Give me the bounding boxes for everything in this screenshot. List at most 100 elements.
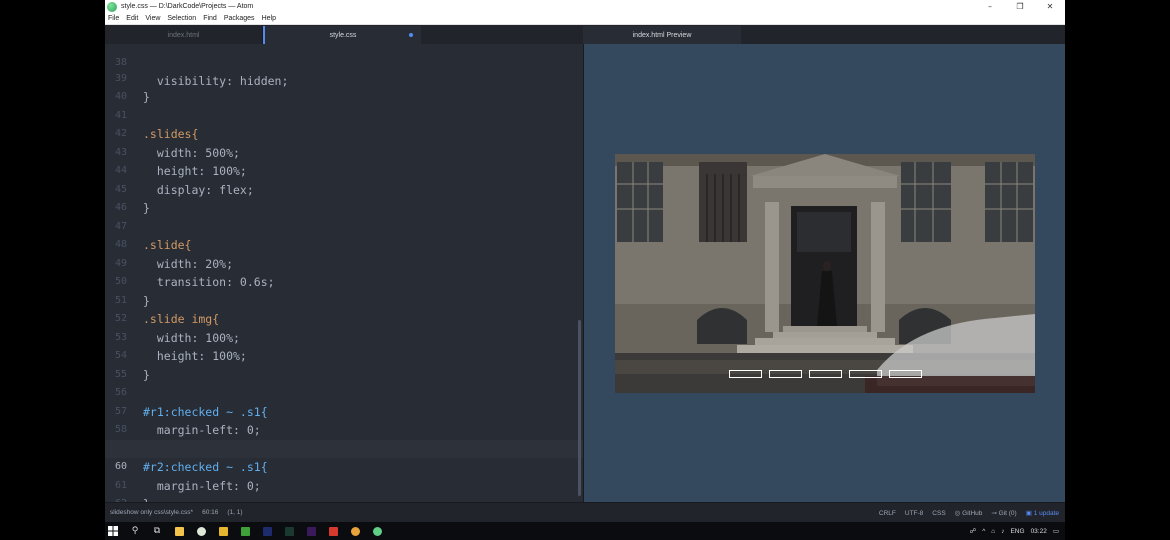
status-line-ending[interactable]: CRLF (879, 510, 896, 517)
window-controls: – ❐ ✕ (975, 0, 1065, 13)
code-line[interactable]: 39 } (105, 51, 583, 105)
menu-selection[interactable]: Selection (167, 15, 196, 22)
slide-radio-5[interactable] (888, 370, 922, 378)
code-line[interactable]: 47 .slide{ (105, 199, 583, 253)
slide-nav (615, 370, 1035, 378)
code-line[interactable]: 40 (105, 70, 583, 102)
package-icon: ▣ (1025, 510, 1032, 517)
html-preview-pane (583, 44, 1065, 502)
status-update[interactable]: ▣ 1 update (1026, 509, 1059, 517)
status-git[interactable]: ⊸ Git (0) (991, 509, 1016, 517)
code-line[interactable]: 56 #r1:checked ~ .s1{ (105, 366, 583, 419)
modified-indicator-icon (409, 33, 413, 37)
code-line[interactable]: 45 } (105, 162, 583, 216)
code-line[interactable]: 51 .slide img{ (105, 273, 583, 327)
notifications-icon[interactable]: ▭ (1053, 527, 1059, 535)
tab-label: index.html Preview (632, 31, 692, 39)
chrome-icon[interactable] (193, 522, 209, 540)
clock[interactable]: 03:22 (1031, 528, 1047, 535)
code-line[interactable]: 44 display: flex; (105, 144, 583, 197)
code-line[interactable]: 42 width: 500%; (105, 107, 583, 160)
code-line[interactable]: 59 #r2:checked ~ .s1{ (105, 421, 583, 475)
window-title: style.css — D:\DarkCode\Projects — Atom (121, 3, 254, 10)
maximize-button[interactable]: ❐ (1005, 0, 1035, 13)
status-encoding[interactable]: UTF-8 (905, 510, 923, 517)
tab-preview[interactable]: index.html Preview (583, 26, 741, 44)
task-view-icon[interactable]: ⧉ (149, 522, 165, 540)
slide-radio-3[interactable] (808, 370, 842, 378)
tab-index-html[interactable]: index.html (105, 26, 263, 44)
status-bar: slideshow only css\style.css* 60:16 (1, … (105, 502, 1065, 522)
code-line[interactable]: 55 (105, 347, 583, 380)
atom-logo-icon (107, 1, 117, 12)
code-editor[interactable]: 38 visibility: hidden; 39 } 40 41 .slide… (105, 44, 583, 502)
code-line[interactable]: 52 width: 100%; (105, 292, 583, 345)
windows-start-icon[interactable] (105, 522, 121, 540)
code-line[interactable]: 54 } (105, 329, 583, 382)
language-indicator[interactable]: ENG (1010, 528, 1024, 535)
code-line[interactable]: 41 .slides{ (105, 88, 583, 142)
status-file-path[interactable]: slideshow only css\style.css* (110, 509, 193, 516)
slide-image (615, 154, 1035, 393)
code-line[interactable]: 53 height: 100%; (105, 310, 583, 364)
atom-taskbar-icon[interactable] (369, 522, 385, 540)
close-button[interactable]: ✕ (1035, 0, 1065, 13)
status-selection-count: (1, 1) (227, 509, 243, 516)
tab-label: style.css (329, 31, 357, 39)
status-github[interactable]: ◎ GitHub (955, 509, 983, 517)
github-label: GitHub (962, 510, 983, 517)
camtasia-icon[interactable] (237, 522, 253, 540)
title-bar: style.css — D:\DarkCode\Projects — Atom … (105, 0, 1065, 13)
code-line[interactable]: 49 transition: 0.6s; (105, 236, 583, 290)
people-icon[interactable]: ☍ (970, 527, 977, 535)
menu-file[interactable]: File (108, 15, 119, 22)
minimize-button[interactable]: – (975, 0, 1005, 13)
search-icon[interactable]: ⚲ (127, 522, 143, 540)
code-line[interactable]: 58 } (105, 403, 583, 456)
menu-view[interactable]: View (145, 15, 160, 22)
code-line[interactable]: 43 height: 100%; (105, 125, 583, 179)
code-line[interactable]: 48 width: 20%; (105, 218, 583, 271)
volume-icon[interactable]: ♪ (1001, 528, 1004, 535)
after-effects-icon[interactable] (281, 522, 297, 540)
file-explorer-icon[interactable] (171, 522, 187, 540)
tab-label: index.html (167, 31, 200, 39)
preview-tab-bar: index.html Preview (583, 26, 1065, 44)
menu-bar: File Edit View Selection Find Packages H… (105, 13, 1065, 25)
line-number: 62 (105, 495, 127, 502)
system-tray: ☍ ^ ⌂ ♪ ENG 03:22 ▭ (970, 522, 1059, 540)
menu-edit[interactable]: Edit (126, 15, 138, 22)
building-photo (615, 154, 1035, 393)
code-line[interactable]: 50 } (105, 255, 583, 308)
status-grammar[interactable]: CSS (932, 510, 945, 517)
github-icon: ◎ (954, 510, 961, 517)
atom-window: style.css — D:\DarkCode\Projects — Atom … (105, 0, 1065, 522)
menu-help[interactable]: Help (262, 15, 276, 22)
update-label: 1 update (1033, 510, 1059, 517)
code-line[interactable]: 62 (105, 477, 583, 502)
editor-scrollbar[interactable] (578, 320, 581, 496)
photoshop-icon[interactable] (259, 522, 275, 540)
chevron-up-icon[interactable]: ^ (982, 528, 985, 535)
slide-radio-4[interactable] (848, 370, 882, 378)
code-line[interactable]: 46 (105, 181, 583, 213)
menu-packages[interactable]: Packages (224, 15, 255, 22)
app-red-icon[interactable] (325, 522, 341, 540)
git-label: Git (0) (998, 510, 1017, 517)
google-chrome-icon[interactable] (347, 522, 363, 540)
code-line[interactable]: 61 } (105, 458, 583, 502)
windows-taskbar: ⚲ ⧉ ☍ ^ ⌂ ♪ ENG 03:22 ▭ (105, 522, 1065, 540)
premiere-icon[interactable] (303, 522, 319, 540)
slide-radio-1[interactable] (728, 370, 762, 378)
network-icon[interactable]: ⌂ (991, 528, 995, 535)
menu-find[interactable]: Find (203, 15, 217, 22)
git-icon: ⊸ (991, 510, 997, 517)
status-cursor-position[interactable]: 60:16 (202, 509, 218, 516)
app-icon[interactable] (215, 522, 231, 540)
code-line[interactable]: 57 margin-left: 0; (105, 384, 583, 438)
slide-radio-2[interactable] (768, 370, 802, 378)
code-line-active[interactable]: 60 margin-left: 0; (105, 439, 583, 493)
tab-style-css[interactable]: style.css (263, 26, 421, 44)
tab-bar-empty (421, 26, 583, 44)
editor-tab-bar: index.html style.css (105, 26, 583, 44)
